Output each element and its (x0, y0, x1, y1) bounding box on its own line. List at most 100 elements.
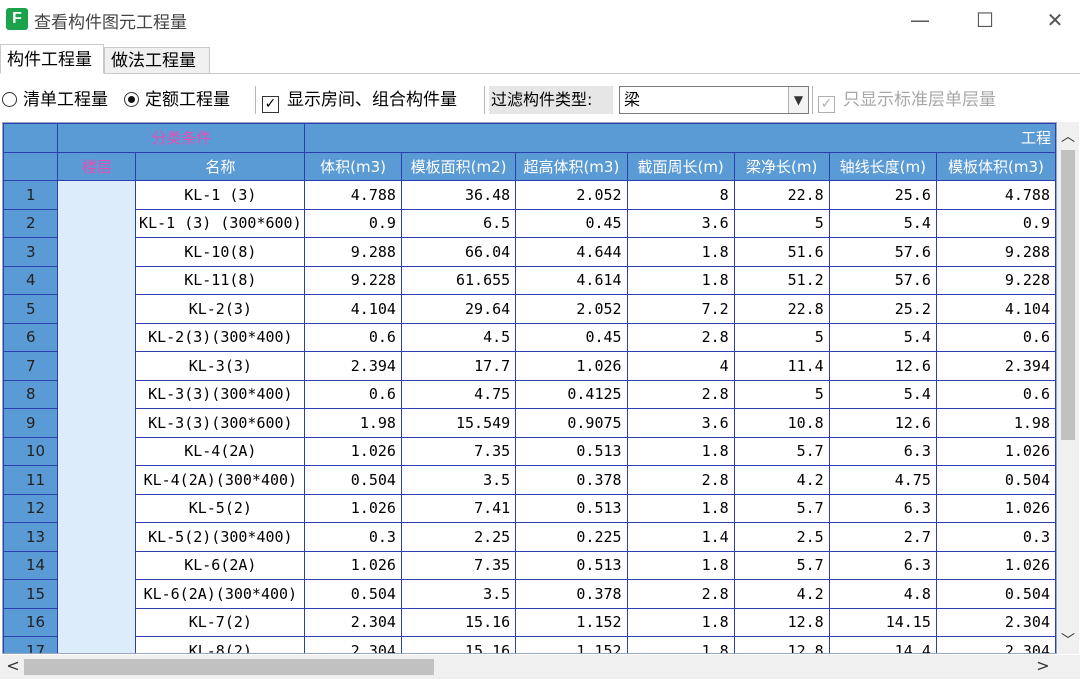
row-number[interactable]: 11 (3, 465, 59, 495)
table-row[interactable]: 15 KL-6(2A)(300*400) 0.504 3.5 0.378 2.8 4.2 4.… (3, 579, 1056, 609)
vertical-scroll-thumb[interactable] (1061, 150, 1075, 440)
cell-formwork-volume[interactable]: 1.026 (935, 436, 1056, 466)
cell-section-perimeter[interactable]: 1.8 (626, 237, 735, 267)
cell-beam-net-length[interactable]: 4.2 (733, 465, 830, 495)
cell-beam-net-length[interactable]: 22.8 (733, 294, 830, 324)
cell-formwork-volume[interactable]: 0.6 (935, 379, 1056, 409)
cell-axis-length[interactable]: 5.4 (828, 208, 937, 238)
cell-formwork-area[interactable]: 3.5 (400, 465, 517, 495)
cell-overheight-volume[interactable]: 0.45 (515, 322, 628, 352)
col-header-floor[interactable]: 楼层 (57, 151, 137, 181)
table-row[interactable]: 9 KL-3(3)(300*600) 1.98 15.549 0.9075 3.6 10.8… (3, 408, 1056, 438)
col-header-formwork-area[interactable]: 模板面积(m2) (400, 151, 517, 181)
cell-volume[interactable]: 0.9 (304, 208, 402, 238)
cell-axis-length[interactable]: 14.15 (828, 607, 937, 637)
tab-method-quantity[interactable]: 做法工程量 (104, 47, 210, 74)
cell-volume[interactable]: 0.504 (304, 579, 402, 609)
cell-overheight-volume[interactable]: 0.225 (515, 522, 628, 552)
horizontal-scrollbar[interactable]: < > (0, 655, 1080, 679)
row-number[interactable]: 7 (3, 351, 59, 381)
cell-formwork-volume[interactable]: 2.304 (935, 636, 1056, 653)
cell-name[interactable]: KL-4(2A) (135, 436, 306, 466)
cell-axis-length[interactable]: 12.6 (828, 408, 937, 438)
maximize-button[interactable]: ☐ (965, 6, 1005, 34)
cell-section-perimeter[interactable]: 7.2 (626, 294, 735, 324)
cell-section-perimeter[interactable]: 2.8 (626, 322, 735, 352)
cell-axis-length[interactable]: 25.6 (828, 180, 937, 210)
cell-beam-net-length[interactable]: 5 (733, 379, 830, 409)
cell-formwork-area[interactable]: 7.41 (400, 493, 517, 523)
cell-name[interactable]: KL-6(2A) (135, 550, 306, 580)
row-number[interactable]: 13 (3, 522, 59, 552)
cell-formwork-area[interactable]: 61.655 (400, 265, 517, 295)
cell-beam-net-length[interactable]: 22.8 (733, 180, 830, 210)
cell-volume[interactable]: 4.788 (304, 180, 402, 210)
cell-beam-net-length[interactable]: 5 (733, 208, 830, 238)
cell-formwork-volume[interactable]: 2.394 (935, 351, 1056, 381)
cell-formwork-volume[interactable]: 0.6 (935, 322, 1056, 352)
table-row[interactable]: 1 KL-1 (3) 4.788 36.48 2.052 8 22.8 25.6 4.788 (3, 180, 1056, 653)
cell-section-perimeter[interactable]: 2.8 (626, 379, 735, 409)
cell-axis-length[interactable]: 57.6 (828, 237, 937, 267)
cell-overheight-volume[interactable]: 0.378 (515, 465, 628, 495)
cell-section-perimeter[interactable]: 1.8 (626, 436, 735, 466)
cell-name[interactable]: KL-3(3)(300*400) (135, 379, 306, 409)
cell-formwork-area[interactable]: 4.75 (400, 379, 517, 409)
cell-beam-net-length[interactable]: 2.5 (733, 522, 830, 552)
cell-section-perimeter[interactable]: 1.8 (626, 550, 735, 580)
cell-name[interactable]: KL-10(8) (135, 237, 306, 267)
cell-formwork-area[interactable]: 15.16 (400, 636, 517, 653)
scroll-right-icon[interactable]: > (1034, 656, 1052, 678)
cell-volume[interactable]: 2.304 (304, 607, 402, 637)
table-row[interactable]: 2 KL-1 (3) (300*600) 0.9 6.5 0.45 3.6 5 5.4 0.9 (3, 208, 1056, 238)
cell-formwork-area[interactable]: 7.35 (400, 436, 517, 466)
col-header-beam-net-length[interactable]: 梁净长(m) (733, 151, 830, 181)
cell-name[interactable]: KL-2(3) (135, 294, 306, 324)
radio-list-quantity[interactable]: 清单工程量 (2, 86, 108, 114)
row-number[interactable]: 8 (3, 379, 59, 409)
cell-formwork-volume[interactable]: 9.228 (935, 265, 1056, 295)
cell-overheight-volume[interactable]: 1.026 (515, 351, 628, 381)
row-number[interactable]: 15 (3, 579, 59, 609)
cell-axis-length[interactable]: 6.3 (828, 493, 937, 523)
cell-overheight-volume[interactable]: 2.052 (515, 180, 628, 210)
cell-overheight-volume[interactable]: 0.4125 (515, 379, 628, 409)
cell-overheight-volume[interactable]: 1.152 (515, 607, 628, 637)
table-row[interactable]: 16 KL-7(2) 2.304 15.16 1.152 1.8 12.8 14.15 2.30… (3, 607, 1056, 637)
filter-type-select[interactable]: 梁 ▼ (619, 86, 809, 114)
cell-formwork-volume[interactable]: 0.3 (935, 522, 1056, 552)
row-number[interactable]: 2 (3, 208, 59, 238)
table-row[interactable]: 3 KL-10(8) 9.288 66.04 4.644 1.8 51.6 57.6 9.288 (3, 237, 1056, 267)
cell-section-perimeter[interactable]: 1.8 (626, 493, 735, 523)
row-number[interactable]: 5 (3, 294, 59, 324)
cell-formwork-volume[interactable]: 0.504 (935, 465, 1056, 495)
table-row[interactable]: 7 KL-3(3) 2.394 17.7 1.026 4 11.4 12.6 2.394 (3, 351, 1056, 381)
cell-overheight-volume[interactable]: 0.378 (515, 579, 628, 609)
minimize-button[interactable]: — (900, 6, 940, 34)
cell-axis-length[interactable]: 4.75 (828, 465, 937, 495)
cell-volume[interactable]: 1.026 (304, 436, 402, 466)
cell-volume[interactable]: 9.288 (304, 237, 402, 267)
horizontal-scroll-thumb[interactable] (24, 659, 434, 675)
table-row[interactable]: 8 KL-3(3)(300*400) 0.6 4.75 0.4125 2.8 5 5.4 0.6 (3, 379, 1056, 409)
cell-beam-net-length[interactable]: 51.6 (733, 237, 830, 267)
row-number[interactable]: 12 (3, 493, 59, 523)
cell-beam-net-length[interactable]: 5.7 (733, 436, 830, 466)
cell-formwork-volume[interactable]: 1.98 (935, 408, 1056, 438)
cell-name[interactable]: KL-4(2A)(300*400) (135, 465, 306, 495)
tab-component-quantity[interactable]: 构件工程量 (0, 44, 104, 74)
cell-section-perimeter[interactable]: 3.6 (626, 408, 735, 438)
table-row[interactable]: 13 KL-5(2)(300*400) 0.3 2.25 0.225 1.4 2.5 2.7 0… (3, 522, 1056, 552)
cell-name[interactable]: KL-6(2A)(300*400) (135, 579, 306, 609)
col-header-overheight-volume[interactable]: 超高体积(m3) (515, 151, 628, 181)
row-number[interactable]: 6 (3, 322, 59, 352)
cell-volume[interactable]: 2.304 (304, 636, 402, 653)
col-header-formwork-volume[interactable]: 模板体积(m3) (935, 151, 1056, 181)
table-row[interactable]: 4 KL-11(8) 9.228 61.655 4.614 1.8 51.2 57.6 9.22… (3, 265, 1056, 295)
cell-overheight-volume[interactable]: 4.644 (515, 237, 628, 267)
cell-formwork-area[interactable]: 6.5 (400, 208, 517, 238)
cell-volume[interactable]: 2.394 (304, 351, 402, 381)
cell-formwork-area[interactable]: 3.5 (400, 579, 517, 609)
row-number[interactable]: 16 (3, 607, 59, 637)
radio-quota-quantity[interactable]: 定额工程量 (124, 86, 230, 114)
